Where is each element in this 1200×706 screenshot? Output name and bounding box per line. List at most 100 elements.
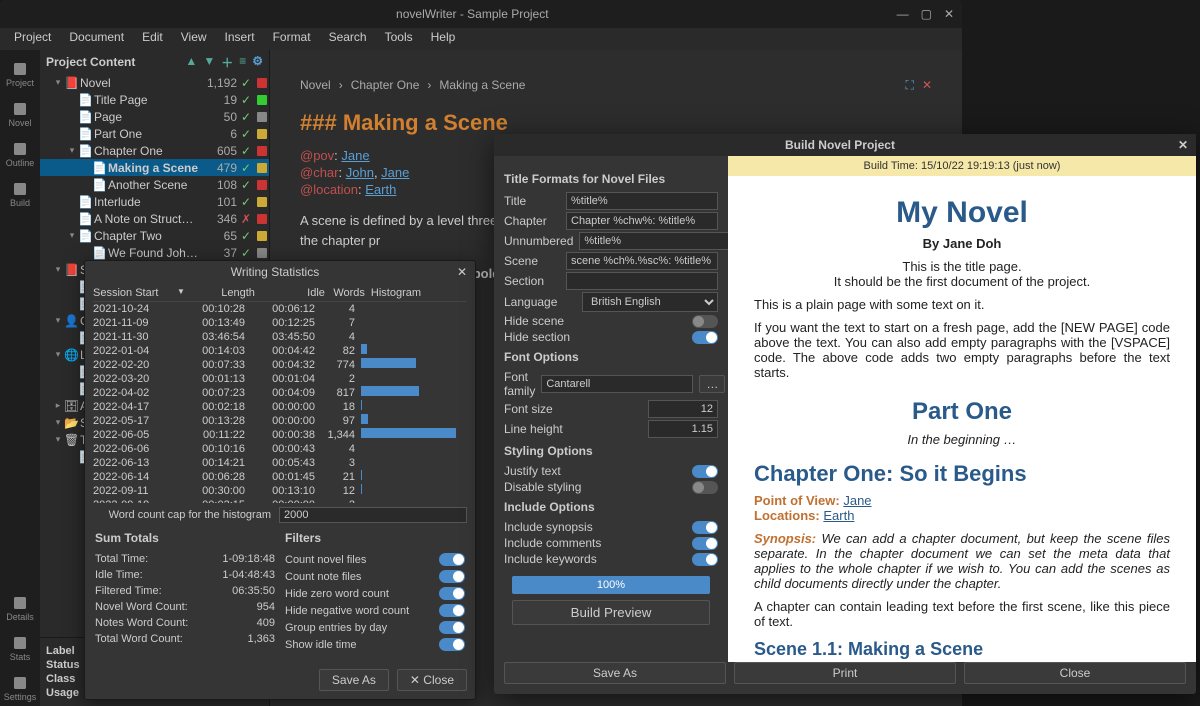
- save-as-button[interactable]: Save As: [504, 662, 726, 684]
- stats-row[interactable]: 2022-01-0400:14:0300:04:4282: [93, 344, 467, 358]
- add-icon[interactable]: ＋: [221, 54, 233, 71]
- rail-outline[interactable]: Outline: [6, 136, 35, 172]
- filter-toggle[interactable]: [439, 604, 465, 617]
- expand-icon[interactable]: ⛶: [906, 78, 914, 93]
- breadcrumb: Novel › Chapter One › Making a Scene ⛶ ✕: [300, 70, 932, 100]
- maximize-icon[interactable]: ▢: [921, 7, 932, 21]
- move-up-icon[interactable]: ▲: [185, 54, 197, 71]
- stats-row[interactable]: 2022-04-1700:02:1800:00:0018: [93, 400, 467, 414]
- menu-edit[interactable]: Edit: [134, 28, 171, 50]
- include-toggle[interactable]: [692, 553, 718, 566]
- tree-row[interactable]: ▾📄Chapter Two65✓: [40, 227, 269, 244]
- menu-help[interactable]: Help: [423, 28, 464, 50]
- menu-format[interactable]: Format: [265, 28, 319, 50]
- tree-row[interactable]: 📄We Found John…37✓: [40, 244, 269, 261]
- stats-row[interactable]: 2021-11-0900:13:4900:12:257: [93, 316, 467, 330]
- build-preview-pane[interactable]: My Novel By Jane Doh This is the title p…: [728, 176, 1196, 662]
- menu-project[interactable]: Project: [6, 28, 59, 50]
- rail-project[interactable]: Project: [6, 56, 34, 92]
- close-icon[interactable]: ✕: [944, 7, 954, 21]
- build-preview-button[interactable]: Build Preview: [512, 600, 710, 625]
- stats-row[interactable]: 2021-10-2400:10:2800:06:124: [93, 302, 467, 316]
- stats-row[interactable]: 2022-04-0200:07:2300:04:09817: [93, 386, 467, 400]
- histogram-cap-input[interactable]: [279, 507, 467, 523]
- filter-row: Show idle time: [285, 636, 465, 653]
- menu-document[interactable]: Document: [61, 28, 132, 50]
- close-button[interactable]: ✕ Close: [397, 669, 467, 691]
- sum-row: Filtered Time:06:35:50: [95, 583, 275, 599]
- pov-link[interactable]: Jane: [341, 148, 369, 163]
- stats-row[interactable]: 2022-05-1700:13:2800:00:0097: [93, 414, 467, 428]
- options-icon[interactable]: ⚙: [252, 54, 263, 71]
- rail-build[interactable]: Build: [10, 176, 30, 212]
- format-title-input[interactable]: [566, 192, 718, 210]
- stats-row[interactable]: 2022-06-0600:10:1600:00:434: [93, 442, 467, 456]
- filter-toggle[interactable]: [439, 621, 465, 634]
- char-link[interactable]: John: [346, 165, 374, 180]
- filter-row: Group entries by day: [285, 619, 465, 636]
- tree-row[interactable]: 📄Interlude101✓: [40, 193, 269, 210]
- close-icon[interactable]: ✕: [1178, 138, 1188, 152]
- tree-row[interactable]: 📄Making a Scene479✓: [40, 159, 269, 176]
- stats-row[interactable]: 2022-06-1400:06:2800:01:4521: [93, 470, 467, 484]
- filter-toggle[interactable]: [439, 570, 465, 583]
- tree-row[interactable]: 📄Page50✓: [40, 108, 269, 125]
- stats-row[interactable]: 2022-02-2000:07:3300:04:32774: [93, 358, 467, 372]
- tree-row[interactable]: 📄Another Scene108✓: [40, 176, 269, 193]
- sum-row: Total Word Count:1,363: [95, 631, 275, 647]
- char-link[interactable]: Jane: [381, 165, 409, 180]
- font-browse-button[interactable]: …: [699, 375, 725, 393]
- minimize-icon[interactable]: —: [897, 7, 909, 21]
- menu-insert[interactable]: Insert: [217, 28, 263, 50]
- tree-row[interactable]: 📄A Note on Struct…346✗: [40, 210, 269, 227]
- stats-row[interactable]: 2022-06-0500:11:2200:00:381,344: [93, 428, 467, 442]
- move-down-icon[interactable]: ▼: [203, 54, 215, 71]
- format-chapter-input[interactable]: [566, 212, 718, 230]
- filter-toggle[interactable]: [439, 638, 465, 651]
- tree-row[interactable]: ▾📄Chapter One605✓: [40, 142, 269, 159]
- rail-settings[interactable]: Settings: [4, 670, 37, 706]
- stats-row[interactable]: 2022-03-2000:01:1300:01:042: [93, 372, 467, 386]
- language-select[interactable]: British English: [582, 292, 718, 312]
- print-button[interactable]: Print: [734, 662, 956, 684]
- stats-table[interactable]: Session Start ▼ Length Idle Words Histog…: [85, 283, 475, 503]
- include-toggle[interactable]: [692, 521, 718, 534]
- more-icon[interactable]: ≡: [239, 54, 246, 71]
- format-scene-input[interactable]: [566, 252, 718, 270]
- menu-search[interactable]: Search: [321, 28, 375, 50]
- stats-row[interactable]: 2022-09-1100:30:0000:13:1012: [93, 484, 467, 498]
- preview-pov-link[interactable]: Jane: [843, 493, 871, 508]
- hide-section-toggle[interactable]: [692, 331, 718, 344]
- build-options-pane: Title Formats for Novel Files TitleChapt…: [494, 156, 728, 662]
- font-size-input[interactable]: [648, 400, 718, 418]
- close-doc-icon[interactable]: ✕: [922, 78, 932, 93]
- preview-title: My Novel: [754, 196, 1170, 230]
- sum-totals-title: Sum Totals: [95, 531, 275, 545]
- stats-row[interactable]: 2021-11-3003:46:5403:45:504: [93, 330, 467, 344]
- tree-row[interactable]: 📄Title Page19✓: [40, 91, 269, 108]
- hide-scene-toggle[interactable]: [692, 315, 718, 328]
- loc-link[interactable]: Earth: [365, 182, 396, 197]
- rail-novel[interactable]: Novel: [8, 96, 31, 132]
- menu-view[interactable]: View: [173, 28, 215, 50]
- filter-toggle[interactable]: [439, 587, 465, 600]
- menu-tools[interactable]: Tools: [377, 28, 421, 50]
- format-unnumbered-input[interactable]: [579, 232, 728, 250]
- line-height-input[interactable]: [648, 420, 718, 438]
- stats-row[interactable]: 2022-06-1300:14:2100:05:433: [93, 456, 467, 470]
- preview-loc-link[interactable]: Earth: [823, 508, 854, 523]
- tree-row[interactable]: 📄Part One6✓: [40, 125, 269, 142]
- save-as-button[interactable]: Save As: [319, 669, 389, 691]
- rail-details[interactable]: Details: [6, 590, 34, 626]
- close-icon[interactable]: ✕: [457, 265, 467, 279]
- font-family-input[interactable]: [541, 375, 693, 393]
- filter-toggle[interactable]: [439, 553, 465, 566]
- format-section-input[interactable]: [566, 272, 718, 290]
- justify-toggle[interactable]: [692, 465, 718, 478]
- tree-row[interactable]: ▾📕Novel1,192✓: [40, 74, 269, 91]
- include-toggle[interactable]: [692, 537, 718, 550]
- rail-stats[interactable]: Stats: [10, 630, 31, 666]
- titlebar: novelWriter - Sample Project — ▢ ✕: [0, 0, 962, 28]
- disable-styling-toggle[interactable]: [692, 481, 718, 494]
- close-button[interactable]: Close: [964, 662, 1186, 684]
